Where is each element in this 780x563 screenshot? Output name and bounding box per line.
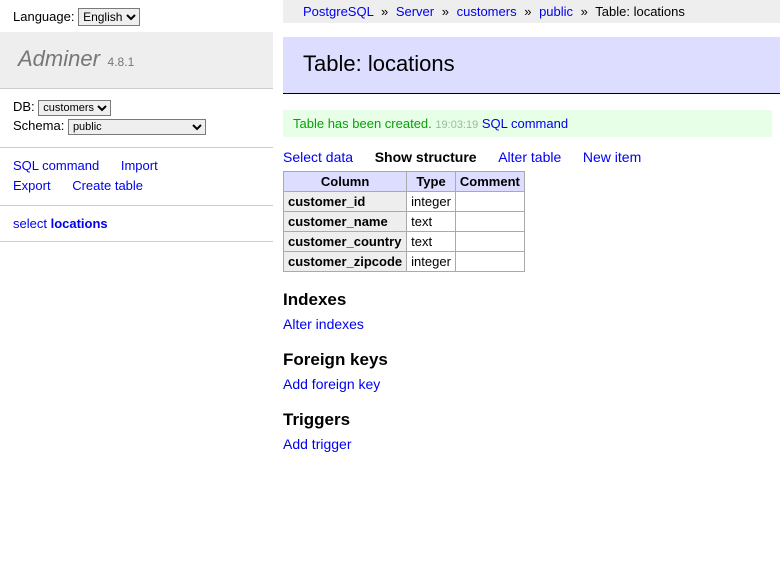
table-row: customer_idinteger <box>284 192 525 212</box>
breadcrumb: PostgreSQL » Server » customers » public… <box>283 0 780 23</box>
col-header-comment: Comment <box>455 172 524 192</box>
language-select[interactable]: English <box>78 8 140 26</box>
main: PostgreSQL » Server » customers » public… <box>283 0 780 470</box>
content-body: Table has been created. 19:03:19 SQL com… <box>283 110 780 452</box>
page-title-wrap: Table: locations <box>283 37 780 94</box>
breadcrumb-server[interactable]: Server <box>396 4 434 19</box>
import-link[interactable]: Import <box>121 156 158 176</box>
column-comment-cell <box>455 192 524 212</box>
notice-text: Table has been created. <box>293 116 432 131</box>
breadcrumb-sep: » <box>442 4 449 19</box>
breadcrumb-sep: » <box>381 4 388 19</box>
export-link[interactable]: Export <box>13 176 51 196</box>
select-table-link[interactable]: select locations <box>13 216 108 231</box>
column-type-cell: integer <box>407 192 456 212</box>
language-label: Language: <box>13 9 74 24</box>
table-list: select locations <box>0 206 273 242</box>
breadcrumb-driver[interactable]: PostgreSQL <box>303 4 373 19</box>
schema-label: Schema: <box>13 118 64 133</box>
add-trigger-link[interactable]: Add trigger <box>283 436 351 452</box>
create-table-link[interactable]: Create table <box>72 176 143 196</box>
table-row: customer_zipcodeinteger <box>284 252 525 272</box>
db-select[interactable]: customers <box>38 100 111 116</box>
tab-show-structure[interactable]: Show structure <box>375 149 477 165</box>
col-header-type: Type <box>407 172 456 192</box>
add-foreign-key-link[interactable]: Add foreign key <box>283 376 380 392</box>
tab-new-item[interactable]: New item <box>583 149 641 165</box>
select-table-name: locations <box>51 216 108 231</box>
sql-command-link[interactable]: SQL command <box>13 156 99 176</box>
column-comment-cell <box>455 252 524 272</box>
app-name: Adminer <box>18 46 100 71</box>
side-links: SQL command Import Export Create table <box>0 148 273 206</box>
column-name-cell: customer_country <box>284 232 407 252</box>
notice-sql-link[interactable]: SQL command <box>482 116 568 131</box>
sidebar: Language: English Adminer 4.8.1 DB: cust… <box>0 0 273 242</box>
indexes-heading: Indexes <box>283 290 772 310</box>
notice-timestamp: 19:03:19 <box>435 119 478 131</box>
db-select-block: DB: customers Schema: public <box>0 95 273 148</box>
foreign-keys-heading: Foreign keys <box>283 350 772 370</box>
column-comment-cell <box>455 232 524 252</box>
page-title: Table: locations <box>303 51 772 77</box>
db-label: DB: <box>13 99 35 114</box>
table-header-row: Column Type Comment <box>284 172 525 192</box>
app-version: 4.8.1 <box>108 55 135 69</box>
logo-block: Adminer 4.8.1 <box>0 32 273 89</box>
breadcrumb-db[interactable]: customers <box>457 4 517 19</box>
breadcrumb-sep: » <box>524 4 531 19</box>
success-notice: Table has been created. 19:03:19 SQL com… <box>283 110 772 137</box>
breadcrumb-sep: » <box>581 4 588 19</box>
select-prefix: select <box>13 216 51 231</box>
tabs: Select data Show structure Alter table N… <box>283 149 772 165</box>
tab-select-data[interactable]: Select data <box>283 149 353 165</box>
table-row: customer_countrytext <box>284 232 525 252</box>
column-type-cell: integer <box>407 252 456 272</box>
breadcrumb-schema[interactable]: public <box>539 4 573 19</box>
schema-select[interactable]: public <box>68 119 206 135</box>
column-name-cell: customer_id <box>284 192 407 212</box>
alter-indexes-link[interactable]: Alter indexes <box>283 316 364 332</box>
column-type-cell: text <box>407 232 456 252</box>
column-comment-cell <box>455 212 524 232</box>
columns-table: Column Type Comment customer_idintegercu… <box>283 171 525 272</box>
table-row: customer_nametext <box>284 212 525 232</box>
column-type-cell: text <box>407 212 456 232</box>
tab-alter-table[interactable]: Alter table <box>498 149 561 165</box>
column-name-cell: customer_zipcode <box>284 252 407 272</box>
col-header-column: Column <box>284 172 407 192</box>
triggers-heading: Triggers <box>283 410 772 430</box>
column-name-cell: customer_name <box>284 212 407 232</box>
language-block: Language: English <box>0 0 273 32</box>
breadcrumb-current: Table: locations <box>595 4 685 19</box>
